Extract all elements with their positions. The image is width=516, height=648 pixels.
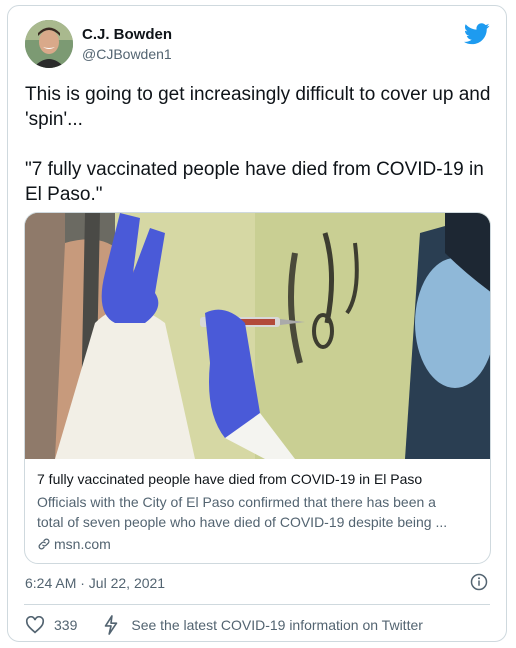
avatar[interactable] xyxy=(25,20,73,68)
lightning-icon xyxy=(105,615,118,635)
card-body[interactable]: 7 fully vaccinated people have died from… xyxy=(37,470,477,552)
info-icon[interactable] xyxy=(470,573,488,591)
tweet-text: This is going to get increasingly diffic… xyxy=(25,84,491,205)
card-title[interactable]: 7 fully vaccinated people have died from… xyxy=(37,470,477,489)
card-domain[interactable]: msn.com xyxy=(37,536,477,552)
divider xyxy=(24,604,490,605)
card-description-line: Officials with the City of El Paso confi… xyxy=(37,494,436,510)
covid-info-link[interactable]: See the latest COVID-19 information on T… xyxy=(131,617,423,633)
link-icon xyxy=(38,538,50,550)
card-description-line: total of seven people who have died of C… xyxy=(37,514,448,530)
author-name[interactable]: C.J. Bowden xyxy=(82,26,172,43)
tweet-card: C.J. Bowden @CJBowden1 This is going to … xyxy=(7,5,507,642)
author-handle[interactable]: @CJBowden1 xyxy=(82,46,172,62)
card-domain-text[interactable]: msn.com xyxy=(54,536,111,552)
action-bar: 339 See the latest COVID-19 information … xyxy=(25,615,423,635)
link-preview-card[interactable]: 7 fully vaccinated people have died from… xyxy=(24,212,491,564)
twitter-bird-icon[interactable] xyxy=(464,22,490,46)
like-count[interactable]: 339 xyxy=(54,617,77,633)
card-description: Officials with the City of El Paso confi… xyxy=(37,492,477,532)
heart-icon[interactable] xyxy=(25,616,45,634)
tweet-timestamp[interactable]: 6:24 AM · Jul 22, 2021 xyxy=(25,575,165,591)
card-image[interactable] xyxy=(25,213,491,459)
